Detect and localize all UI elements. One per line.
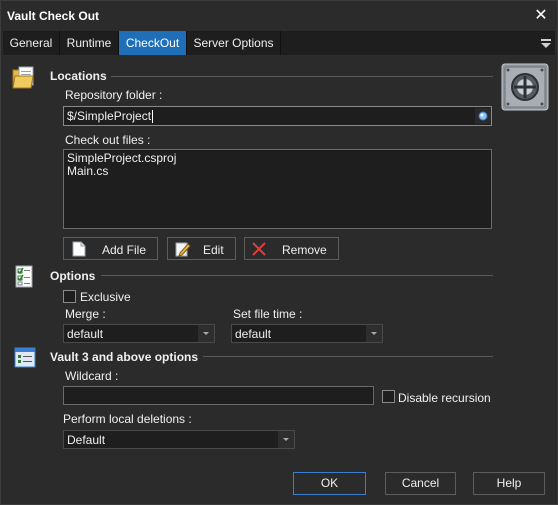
tab-checkout[interactable]: CheckOut xyxy=(119,31,187,55)
close-icon[interactable]: ✕ xyxy=(531,6,551,26)
edit-label: Edit xyxy=(203,243,224,257)
options-divider xyxy=(101,275,493,276)
merge-label: Merge : xyxy=(65,307,106,321)
title-bar: Vault Check Out ✕ xyxy=(1,1,557,31)
locations-divider xyxy=(111,76,493,77)
wildcard-label: Wildcard : xyxy=(65,369,119,383)
remove-label: Remove xyxy=(282,243,327,257)
locations-icon xyxy=(11,64,37,90)
chevron-down-icon xyxy=(366,325,382,342)
disable-recursion-checkbox[interactable] xyxy=(382,390,395,403)
wildcard-input[interactable] xyxy=(63,386,374,405)
list-item[interactable]: SimpleProject.csproj xyxy=(67,152,488,165)
chevron-down-icon xyxy=(278,431,294,448)
tab-general[interactable]: General xyxy=(3,31,60,55)
tab-runtime[interactable]: Runtime xyxy=(60,31,119,55)
list-item[interactable]: Main.cs xyxy=(67,165,488,178)
vault-safe-icon xyxy=(501,63,549,111)
add-file-icon xyxy=(72,241,86,257)
chevron-down-icon xyxy=(198,325,214,342)
repository-folder-label: Repository folder : xyxy=(65,88,163,102)
repository-folder-value: $/SimpleProject xyxy=(67,109,152,123)
exclusive-checkbox[interactable] xyxy=(63,290,76,303)
check-out-files-list[interactable]: SimpleProject.csproj Main.cs xyxy=(63,149,492,229)
vault3-divider xyxy=(203,356,493,357)
disable-recursion-label: Disable recursion xyxy=(398,391,491,405)
dialog-window: Vault Check Out ✕ General Runtime CheckO… xyxy=(0,0,558,505)
browse-icon[interactable] xyxy=(475,108,491,124)
edit-button[interactable]: Edit xyxy=(167,237,236,260)
tab-server-options[interactable]: Server Options xyxy=(187,31,281,55)
exclusive-label: Exclusive xyxy=(80,290,131,304)
add-file-button[interactable]: Add File xyxy=(63,237,158,260)
options-icon xyxy=(13,265,37,289)
vault3-title: Vault 3 and above options xyxy=(50,350,199,364)
set-file-time-value: default xyxy=(235,327,272,341)
tab-strip: General Runtime CheckOut Server Options xyxy=(3,31,555,55)
options-title: Options xyxy=(50,269,96,283)
menu-icon[interactable] xyxy=(539,36,553,50)
add-file-label: Add File xyxy=(102,243,147,257)
ok-button[interactable]: OK xyxy=(293,472,366,495)
merge-value: default xyxy=(67,327,104,341)
window-title: Vault Check Out xyxy=(7,9,100,23)
local-deletions-label: Perform local deletions : xyxy=(63,412,192,426)
merge-select[interactable]: default xyxy=(63,324,215,343)
local-deletions-select[interactable]: Default xyxy=(63,430,295,449)
help-button[interactable]: Help xyxy=(473,472,545,495)
local-deletions-value: Default xyxy=(67,433,106,447)
locations-title: Locations xyxy=(50,69,107,83)
set-file-time-label: Set file time : xyxy=(233,307,303,321)
cancel-button[interactable]: Cancel xyxy=(385,472,456,495)
set-file-time-select[interactable]: default xyxy=(231,324,383,343)
repository-folder-input[interactable]: $/SimpleProject xyxy=(63,106,492,126)
remove-icon xyxy=(251,241,267,257)
check-out-files-label: Check out files : xyxy=(65,133,151,147)
vault3-icon xyxy=(13,347,37,369)
edit-icon xyxy=(175,241,191,257)
remove-button[interactable]: Remove xyxy=(244,237,339,260)
